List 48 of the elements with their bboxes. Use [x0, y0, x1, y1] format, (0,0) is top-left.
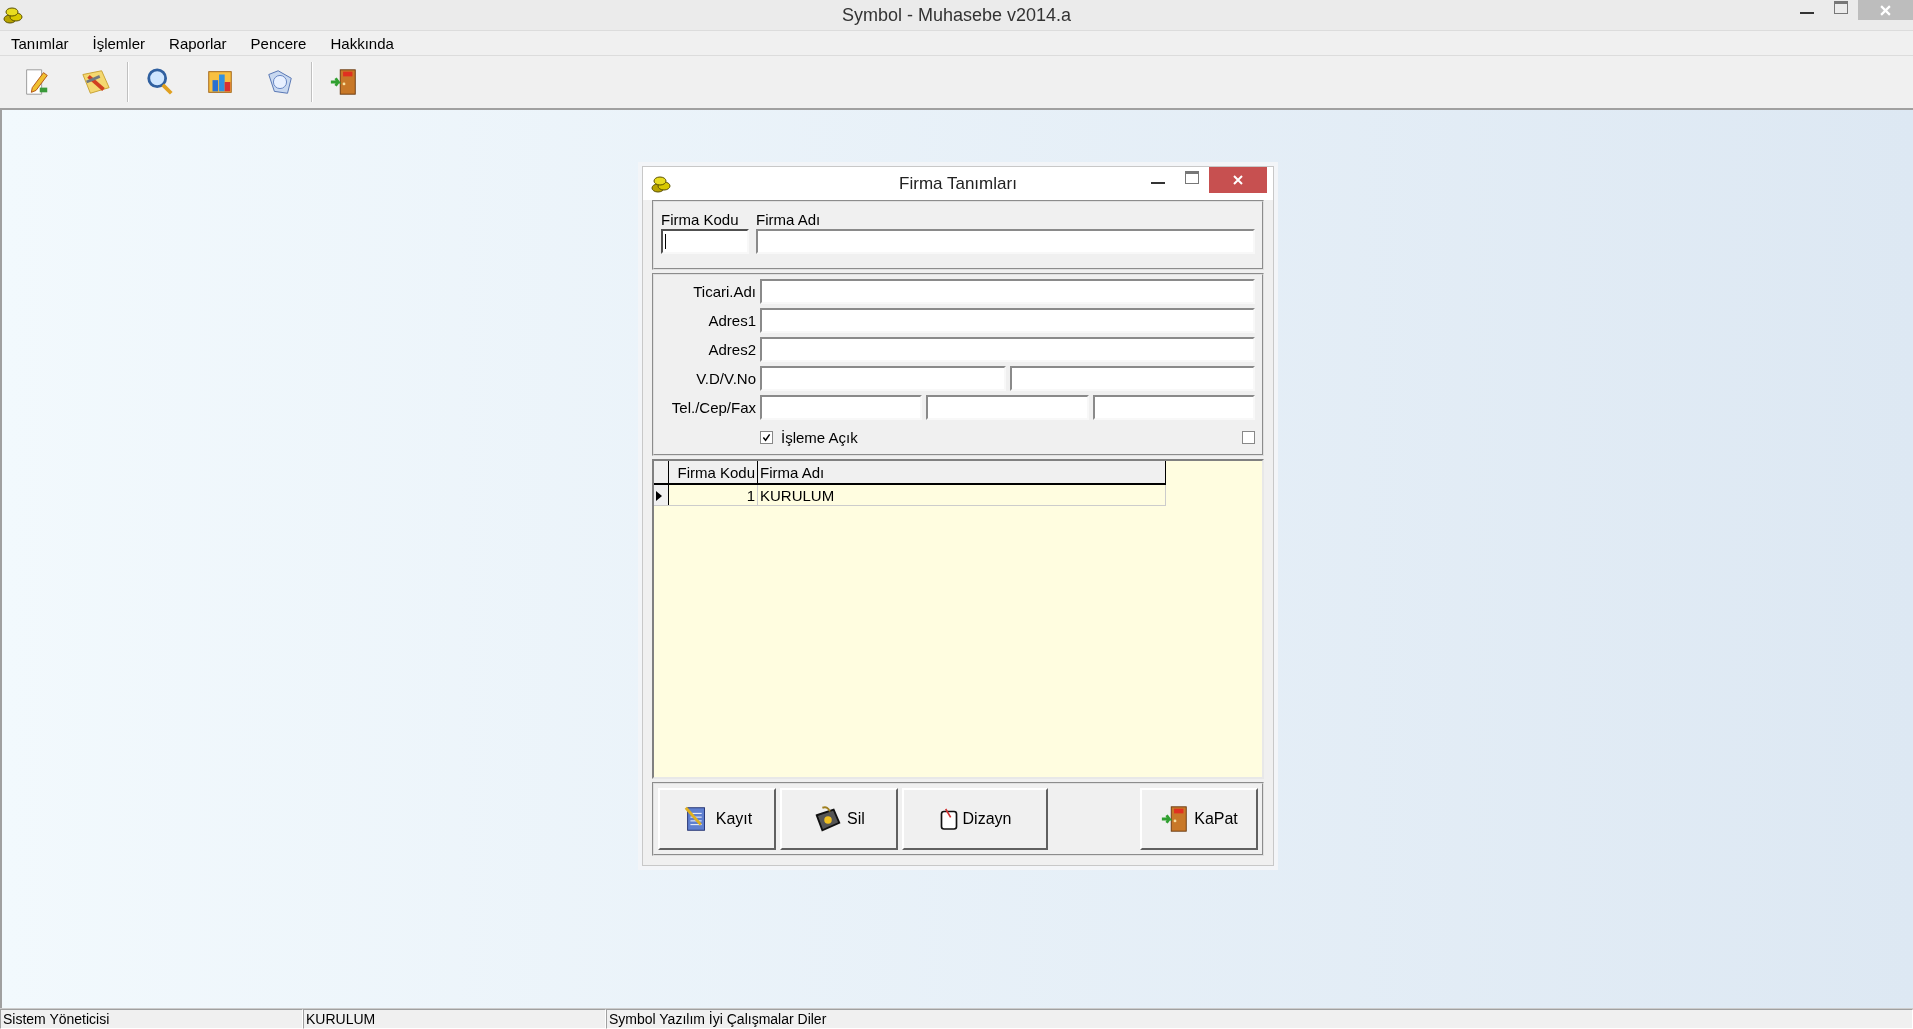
input-field[interactable] — [661, 229, 749, 254]
input-field[interactable] — [760, 337, 1255, 362]
field-label: Ticari.Adı — [692, 283, 756, 300]
table-cell: KURULUM — [757, 484, 1166, 506]
status-panel: KURULUM — [303, 1009, 606, 1029]
checkbox-label: İşleme Açık — [781, 428, 858, 446]
column-header[interactable]: Firma Adı — [757, 461, 1166, 484]
input-field[interactable] — [926, 395, 1089, 420]
close-button[interactable] — [1209, 167, 1267, 193]
checkbox[interactable] — [760, 430, 773, 444]
input-field[interactable] — [760, 308, 1255, 333]
exit-button[interactable]: KaPat — [1140, 788, 1258, 850]
field-label: Firma Adı — [756, 211, 822, 229]
input-field[interactable] — [760, 366, 1006, 391]
field-label: V.D/V.No — [695, 370, 756, 387]
input-field[interactable] — [1009, 366, 1255, 391]
field-label: Adres1 — [707, 312, 756, 329]
status-panel: Symbol Yazılım İyi Çalışmalar Diler — [606, 1009, 1913, 1029]
save-button[interactable]: Kayıt — [658, 788, 776, 850]
menu-item[interactable]: Tanımlar — [0, 34, 82, 52]
clipboard-icon — [938, 807, 959, 831]
close-icon — [1880, 4, 1891, 16]
delete-button[interactable]: Sil — [780, 788, 898, 850]
field-label: Tel./Cep/Fax — [670, 399, 756, 416]
coins-icon — [3, 6, 23, 24]
design-button[interactable]: Dizayn — [902, 788, 1048, 850]
input-field[interactable] — [760, 395, 923, 420]
table-cell: 1 — [668, 484, 758, 506]
checkbox[interactable] — [1242, 430, 1255, 444]
folder-tools-icon — [81, 67, 111, 97]
window-title: Symbol - Muhasebe v2014.a — [841, 4, 1072, 26]
coins-icon — [651, 174, 671, 193]
menu-item[interactable]: İşlemler — [81, 34, 159, 52]
column-header[interactable]: Firma Kodu — [668, 461, 758, 484]
menu-item[interactable]: Hakkında — [319, 34, 407, 52]
field-label: Firma Kodu — [661, 211, 740, 229]
magnifier-icon — [145, 67, 175, 97]
exit-door-icon — [329, 67, 359, 97]
close-icon — [1233, 175, 1243, 185]
menu-item[interactable]: Pencere — [239, 34, 320, 52]
dialog-title: Firma Tanımları — [899, 173, 1017, 194]
input-field[interactable] — [756, 229, 1255, 254]
menu-item[interactable]: Raporlar — [158, 34, 240, 52]
close-button[interactable] — [1858, 0, 1913, 20]
field-label: Adres2 — [707, 341, 756, 358]
status-panel: Sistem Yöneticisi — [0, 1009, 303, 1029]
input-field[interactable] — [1092, 395, 1255, 420]
input-field[interactable] — [760, 279, 1255, 304]
